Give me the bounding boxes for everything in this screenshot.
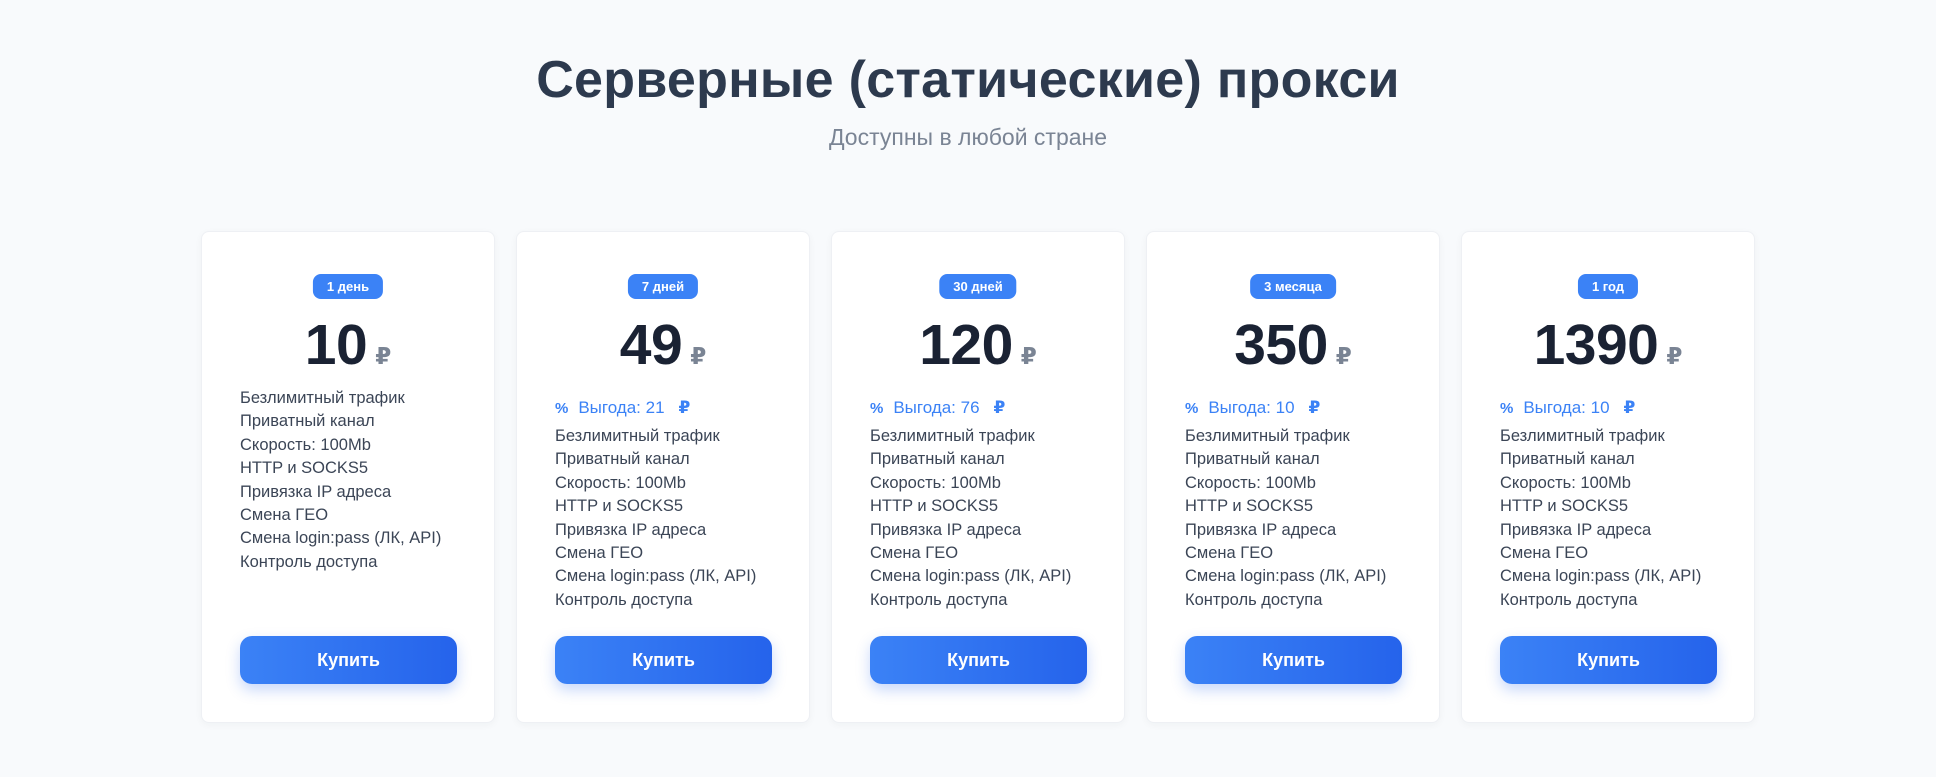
feature-item: Привязка IP адреса [1500, 520, 1652, 539]
pricing-page: Серверные (статические) прокси Доступны … [0, 0, 1936, 777]
page-title: Серверные (статические) прокси [536, 51, 1400, 109]
price: 120 ₽ [832, 312, 1124, 378]
price-currency: ₽ [1666, 343, 1683, 369]
page-subtitle: Доступны в любой стране [828, 124, 1108, 150]
price-value: 49 [619, 313, 683, 377]
feature-item: Привязка IP адреса [870, 520, 1022, 539]
feature-item: Привязка IP адреса [240, 482, 392, 501]
buy-button[interactable]: Купить [555, 636, 772, 684]
price: 10 ₽ [202, 312, 494, 378]
feature-item: Привязка IP адреса [1185, 520, 1337, 539]
benefit-currency: ₽ [678, 398, 691, 417]
period-badge: 7 дней [627, 274, 699, 299]
feature-item: HTTP и SOCKS5 [870, 497, 999, 516]
feature-item: Смена login:pass (ЛК, API) [870, 567, 1072, 586]
feature-item: Смена ГЕО [1185, 544, 1274, 563]
feature-item: Контроль доступа [240, 552, 378, 571]
pricing-card: 1 год 1390 ₽% Выгода: 10 ₽ Безлимитный трафик… [1461, 231, 1755, 723]
feature-item: Безлимитный трафик [240, 389, 405, 407]
benefit: % Выгода: 21 ₽ [555, 398, 690, 418]
feature-item: Скорость: 100Mb [555, 473, 686, 492]
feature-item: Смена login:pass (ЛК, API) [240, 529, 442, 548]
feature-item: Контроль доступа [870, 590, 1008, 609]
period-badge: 30 дней [939, 274, 1017, 299]
feature-list: Безлимитный трафик Приватный канал Скорост… [870, 425, 1071, 612]
feature-item: Привязка IP адреса [555, 520, 707, 539]
benefit: % Выгода: 10 ₽ [1500, 398, 1635, 418]
benefit: % Выгода: 10 ₽ [1185, 398, 1320, 418]
feature-item: Безлимитный трафик [1185, 427, 1350, 445]
pricing-card: 7 дней 49 ₽% Выгода: 21 ₽ Безлимитный трафик П… [516, 231, 810, 723]
feature-list: Безлимитный трафик Приватный канал Скорост… [1185, 425, 1386, 612]
benefit-currency: ₽ [993, 398, 1006, 417]
feature-item: HTTP и SOCKS5 [1185, 497, 1314, 516]
percent-icon: % [555, 399, 569, 417]
pricing-card: 30 дней 120 ₽% Выгода: 76 ₽ Безлимитный трафи… [831, 231, 1125, 723]
feature-item: Смена login:pass (ЛК, API) [1185, 567, 1387, 586]
price-value: 120 [919, 313, 1013, 377]
feature-item: Приватный канал [555, 450, 690, 469]
pricing-card: 3 месяца 350 ₽% Выгода: 10 ₽ Безлимитный траф… [1146, 231, 1440, 723]
price-currency: ₽ [690, 343, 707, 369]
pricing-cards: 1 день 10 ₽ Безлимитный трафик Приватный кан… [201, 231, 1755, 723]
feature-item: Смена ГЕО [870, 544, 959, 563]
buy-button[interactable]: Купить [1500, 636, 1717, 684]
price-value: 1390 [1533, 313, 1659, 377]
feature-item: Безлимитный трафик [1500, 427, 1665, 445]
feature-item: Смена ГЕО [240, 506, 329, 525]
buy-button[interactable]: Купить [1185, 636, 1402, 684]
feature-item: HTTP и SOCKS5 [240, 459, 369, 478]
feature-item: Приватный канал [870, 450, 1005, 469]
price: 350 ₽ [1147, 312, 1439, 378]
feature-item: Приватный канал [240, 412, 375, 431]
pricing-card: 1 день 10 ₽ Безлимитный трафик Приватный кан… [201, 231, 495, 723]
price-currency: ₽ [375, 343, 392, 369]
benefit-currency: ₽ [1308, 398, 1321, 417]
feature-item: Безлимитный трафик [870, 427, 1035, 445]
benefit-text: Выгода: 10 [1208, 398, 1295, 417]
percent-icon: % [1500, 399, 1514, 417]
benefit: % Выгода: 76 ₽ [870, 398, 1005, 418]
benefit-text: Выгода: 21 [578, 398, 665, 417]
feature-item: Контроль доступа [1500, 590, 1638, 609]
period-badge: 1 день [312, 274, 384, 299]
feature-list: Безлимитный трафик Приватный канал Скорост… [240, 387, 441, 574]
feature-item: Смена ГЕО [555, 544, 644, 563]
feature-item: Скорость: 100Mb [870, 473, 1001, 492]
feature-item: Смена login:pass (ЛК, API) [1500, 567, 1702, 586]
feature-item: Контроль доступа [555, 590, 693, 609]
benefit-text: Выгода: 10 [1523, 398, 1610, 417]
feature-item: Скорость: 100Mb [1185, 473, 1316, 492]
price: 49 ₽ [517, 312, 809, 378]
benefit-text: Выгода: 76 [893, 398, 980, 417]
feature-list: Безлимитный трафик Приватный канал Скорост… [1500, 425, 1701, 612]
feature-item: Скорость: 100Mb [240, 435, 371, 454]
price: 1390 ₽ [1462, 312, 1754, 378]
feature-item: Контроль доступа [1185, 590, 1323, 609]
feature-item: Приватный канал [1185, 450, 1320, 469]
feature-item: Приватный канал [1500, 450, 1635, 469]
benefit-currency: ₽ [1623, 398, 1636, 417]
feature-item: HTTP и SOCKS5 [555, 497, 684, 516]
buy-button[interactable]: Купить [240, 636, 457, 684]
price-currency: ₽ [1020, 343, 1037, 369]
feature-item: Смена login:pass (ЛК, API) [555, 567, 757, 586]
price-value: 350 [1234, 313, 1328, 377]
price-currency: ₽ [1335, 343, 1352, 369]
feature-item: Скорость: 100Mb [1500, 473, 1631, 492]
period-badge: 1 год [1577, 274, 1639, 299]
feature-item: Смена ГЕО [1500, 544, 1589, 563]
feature-item: Безлимитный трафик [555, 427, 720, 445]
price-value: 10 [304, 313, 368, 377]
percent-icon: % [870, 399, 884, 417]
period-badge: 3 месяца [1250, 274, 1336, 299]
feature-item: HTTP и SOCKS5 [1500, 497, 1629, 516]
buy-button[interactable]: Купить [870, 636, 1087, 684]
feature-list: Безлимитный трафик Приватный канал Скорост… [555, 425, 756, 612]
percent-icon: % [1185, 399, 1199, 417]
